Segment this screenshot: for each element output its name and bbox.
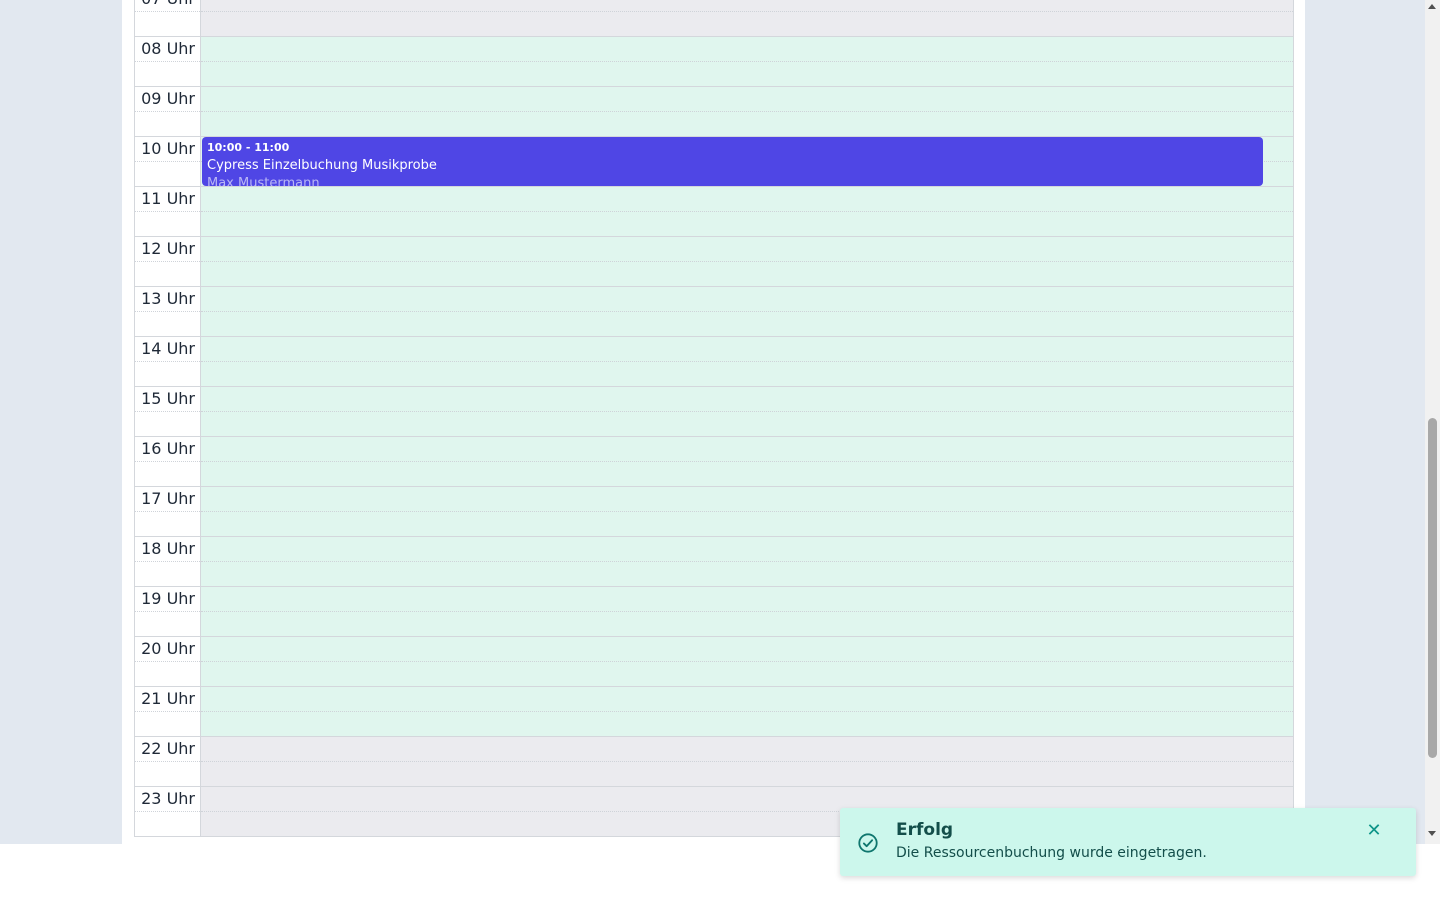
time-slot-hour: 14 Uhr — [135, 336, 200, 361]
time-label: 16 Uhr — [141, 439, 195, 458]
grid-slot[interactable] — [201, 11, 1293, 36]
grid-slot[interactable] — [201, 686, 1293, 711]
time-slot-half — [135, 511, 200, 536]
grid-slot[interactable] — [201, 361, 1293, 386]
time-slot-half — [135, 611, 200, 636]
grid-slot[interactable] — [201, 536, 1293, 561]
toast-message: Die Ressourcenbuchung wurde eingetragen. — [896, 845, 1207, 861]
grid-slot[interactable] — [201, 586, 1293, 611]
grid-slot[interactable] — [201, 386, 1293, 411]
time-grid[interactable] — [201, 0, 1293, 836]
time-slot-half — [135, 711, 200, 736]
event-title: Cypress Einzelbuchung Musikprobe — [207, 158, 437, 173]
time-slot-hour: 16 Uhr — [135, 436, 200, 461]
grid-slot[interactable] — [201, 511, 1293, 536]
grid-slot[interactable] — [201, 636, 1293, 661]
time-slot-half — [135, 811, 200, 836]
grid-slot[interactable] — [201, 186, 1293, 211]
time-label: 11 Uhr — [141, 189, 195, 208]
grid-slot[interactable] — [201, 336, 1293, 361]
time-label: 18 Uhr — [141, 539, 195, 558]
grid-slot[interactable] — [201, 661, 1293, 686]
time-axis: 07 Uhr 08 Uhr 09 Uhr 10 Uhr 11 Uhr 12 Uhr 13 U… — [135, 0, 201, 836]
time-slot-hour: 07 Uhr — [135, 0, 200, 11]
time-slot-hour: 08 Uhr — [135, 36, 200, 61]
grid-slot[interactable] — [201, 236, 1293, 261]
grid-slot[interactable] — [201, 311, 1293, 336]
time-slot-half — [135, 161, 200, 186]
close-icon[interactable]: ✕ — [1362, 820, 1386, 842]
time-slot-half — [135, 361, 200, 386]
event-subtitle: Max Mustermann — [207, 176, 320, 186]
grid-slot[interactable] — [201, 36, 1293, 61]
time-slot-half — [135, 561, 200, 586]
time-slot-half — [135, 411, 200, 436]
time-slot-half — [135, 261, 200, 286]
time-slot-hour: 15 Uhr — [135, 386, 200, 411]
time-slot-half — [135, 211, 200, 236]
time-slot-half — [135, 311, 200, 336]
time-label: 14 Uhr — [141, 339, 195, 358]
time-slot-hour: 20 Uhr — [135, 636, 200, 661]
time-slot-hour: 09 Uhr — [135, 86, 200, 111]
time-label: 08 Uhr — [141, 39, 195, 58]
scroll-up-arrow-icon[interactable] — [1428, 4, 1436, 9]
time-label: 22 Uhr — [141, 739, 195, 758]
time-slot-hour: 23 Uhr — [135, 786, 200, 811]
time-label: 09 Uhr — [141, 89, 195, 108]
time-label: 13 Uhr — [141, 289, 195, 308]
time-label: 07 Uhr — [141, 0, 195, 8]
grid-slot[interactable] — [201, 61, 1293, 86]
grid-slot[interactable] — [201, 111, 1293, 136]
grid-slot[interactable] — [201, 286, 1293, 311]
grid-slot[interactable] — [201, 436, 1293, 461]
time-label: 19 Uhr — [141, 589, 195, 608]
grid-slot[interactable] — [201, 86, 1293, 111]
time-slot-half — [135, 11, 200, 36]
time-label: 23 Uhr — [141, 789, 195, 808]
day-calendar: 07 Uhr 08 Uhr 09 Uhr 10 Uhr 11 Uhr 12 Uhr 13 U… — [134, 0, 1294, 837]
time-slot-hour: 18 Uhr — [135, 536, 200, 561]
time-label: 21 Uhr — [141, 689, 195, 708]
grid-slot[interactable] — [201, 211, 1293, 236]
grid-slot[interactable] — [201, 0, 1293, 11]
success-toast: Erfolg Die Ressourcenbuchung wurde einge… — [840, 808, 1416, 876]
time-label: 17 Uhr — [141, 489, 195, 508]
vertical-scrollbar[interactable] — [1425, 0, 1440, 844]
time-slot-hour: 10 Uhr — [135, 136, 200, 161]
toast-title: Erfolg — [896, 820, 954, 840]
time-slot-half — [135, 761, 200, 786]
time-slot-hour: 17 Uhr — [135, 486, 200, 511]
check-circle-icon — [858, 833, 878, 853]
grid-slot[interactable] — [201, 611, 1293, 636]
grid-slot[interactable] — [201, 761, 1293, 786]
time-slot-hour: 22 Uhr — [135, 736, 200, 761]
time-slot-hour: 21 Uhr — [135, 686, 200, 711]
time-label: 20 Uhr — [141, 639, 195, 658]
time-slot-hour: 12 Uhr — [135, 236, 200, 261]
grid-slot[interactable] — [201, 486, 1293, 511]
event-time: 10:00 - 11:00 — [207, 141, 290, 154]
time-slot-half — [135, 461, 200, 486]
booking-event[interactable]: 10:00 - 11:00 Cypress Einzelbuchung Musi… — [202, 137, 1263, 186]
grid-slot[interactable] — [201, 261, 1293, 286]
time-slot-half — [135, 61, 200, 86]
time-slot-hour: 11 Uhr — [135, 186, 200, 211]
grid-slot[interactable] — [201, 561, 1293, 586]
time-slot-half — [135, 661, 200, 686]
time-label: 15 Uhr — [141, 389, 195, 408]
time-slot-hour: 19 Uhr — [135, 586, 200, 611]
grid-slot[interactable] — [201, 736, 1293, 761]
grid-slot[interactable] — [201, 711, 1293, 736]
grid-slot[interactable] — [201, 461, 1293, 486]
time-slot-hour: 13 Uhr — [135, 286, 200, 311]
grid-slot[interactable] — [201, 411, 1293, 436]
time-slot-half — [135, 111, 200, 136]
scroll-thumb[interactable] — [1428, 418, 1437, 758]
time-label: 12 Uhr — [141, 239, 195, 258]
scroll-down-arrow-icon[interactable] — [1428, 831, 1436, 836]
time-label: 10 Uhr — [141, 139, 195, 158]
